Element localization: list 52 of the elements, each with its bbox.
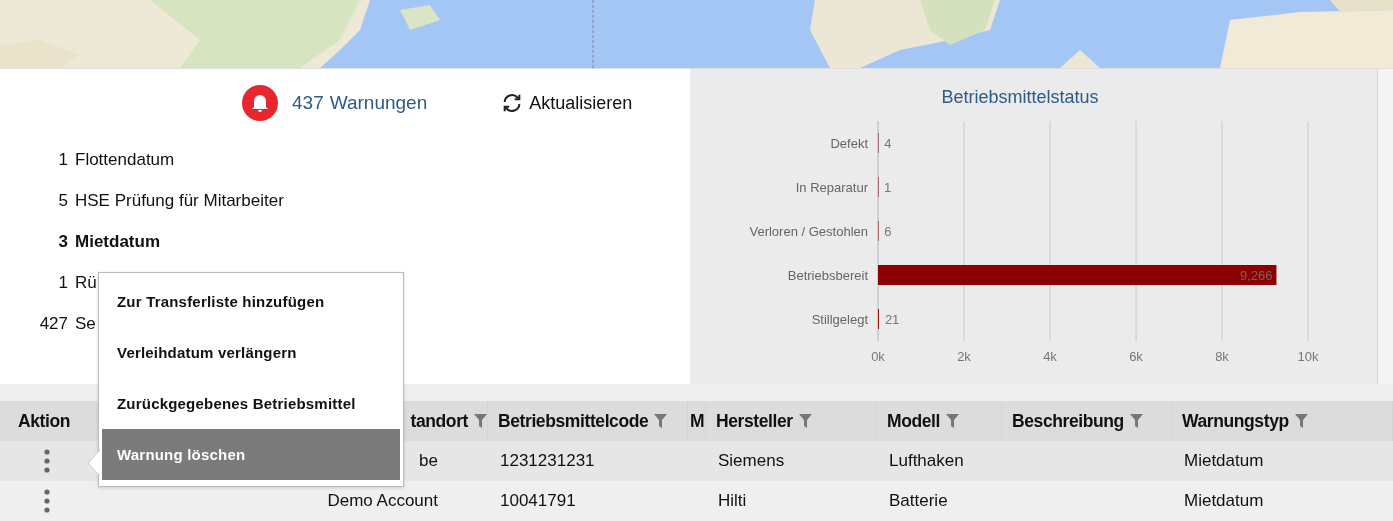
- alert-type[interactable]: HSE Prüfung für Mitarbeiter: [75, 190, 690, 211]
- filter-icon[interactable]: [1129, 414, 1143, 428]
- column-header[interactable]: Betriebsmittelcode: [488, 401, 688, 441]
- value-label: 9,266: [1239, 268, 1273, 283]
- alert-count: 3: [57, 231, 68, 252]
- category-label: Verloren / Gestohlen: [749, 224, 868, 239]
- axis-tick-label: 0k: [871, 349, 885, 364]
- axis-tick-label: 8k: [1215, 349, 1229, 364]
- category-label: Stillgelegt: [811, 312, 868, 327]
- refresh-button[interactable]: Aktualisieren: [501, 92, 633, 114]
- more-vertical-icon[interactable]: [44, 449, 50, 473]
- alert-type[interactable]: Mietdatum: [75, 231, 690, 252]
- column-header[interactable]: Aktion: [0, 401, 100, 441]
- filter-icon[interactable]: [654, 414, 668, 428]
- axis-tick-label: 4k: [1043, 349, 1057, 364]
- more-vertical-icon[interactable]: [44, 489, 50, 513]
- axis-tick-label: 2k: [957, 349, 971, 364]
- alert-count: 427: [38, 313, 68, 334]
- alert-count: 1: [57, 272, 68, 293]
- table-cell: Batterie: [877, 481, 1002, 521]
- filter-icon[interactable]: [798, 414, 812, 428]
- alert-type[interactable]: Flottendatum: [75, 149, 690, 170]
- category-label: Defekt: [830, 136, 868, 151]
- filter-icon[interactable]: [946, 414, 959, 428]
- table-cell: 10041791: [488, 481, 688, 521]
- column-header[interactable]: Beschreibung: [1002, 401, 1172, 441]
- value-label: 21: [884, 312, 900, 327]
- chart-title: Betriebsmittelstatus: [941, 87, 1099, 107]
- table-cell: Hilti: [706, 481, 877, 521]
- bell-icon: [242, 85, 278, 121]
- category-label: In Reparatur: [795, 180, 868, 195]
- filter-icon[interactable]: [1294, 414, 1308, 428]
- table-cell: 1231231231: [488, 441, 688, 481]
- warnings-label: Warnungen: [329, 92, 428, 114]
- value-label: 1: [884, 180, 892, 195]
- axis-tick-label: 6k: [1129, 349, 1143, 364]
- alert-count: 5: [57, 190, 68, 211]
- axis-tick-label: 10k: [1297, 349, 1319, 364]
- value-label: 6: [884, 224, 892, 239]
- table-cell: Lufthaken: [877, 441, 1002, 481]
- table-cell: Mietdatum: [1172, 441, 1393, 481]
- column-header[interactable]: Hersteller: [706, 401, 877, 441]
- category-label: Betriebsbereit: [787, 268, 868, 283]
- table-cell: Siemens: [706, 441, 877, 481]
- menu-item[interactable]: Warnung löschen: [102, 429, 400, 480]
- column-header[interactable]: M: [688, 401, 706, 441]
- value-label: 4: [884, 136, 892, 151]
- column-header[interactable]: Warnungstyp: [1172, 401, 1393, 441]
- column-header[interactable]: Modell: [877, 401, 1002, 441]
- alert-count: 1: [57, 149, 68, 170]
- warning-count: 437: [292, 92, 324, 114]
- table-cell: Mietdatum: [1172, 481, 1393, 521]
